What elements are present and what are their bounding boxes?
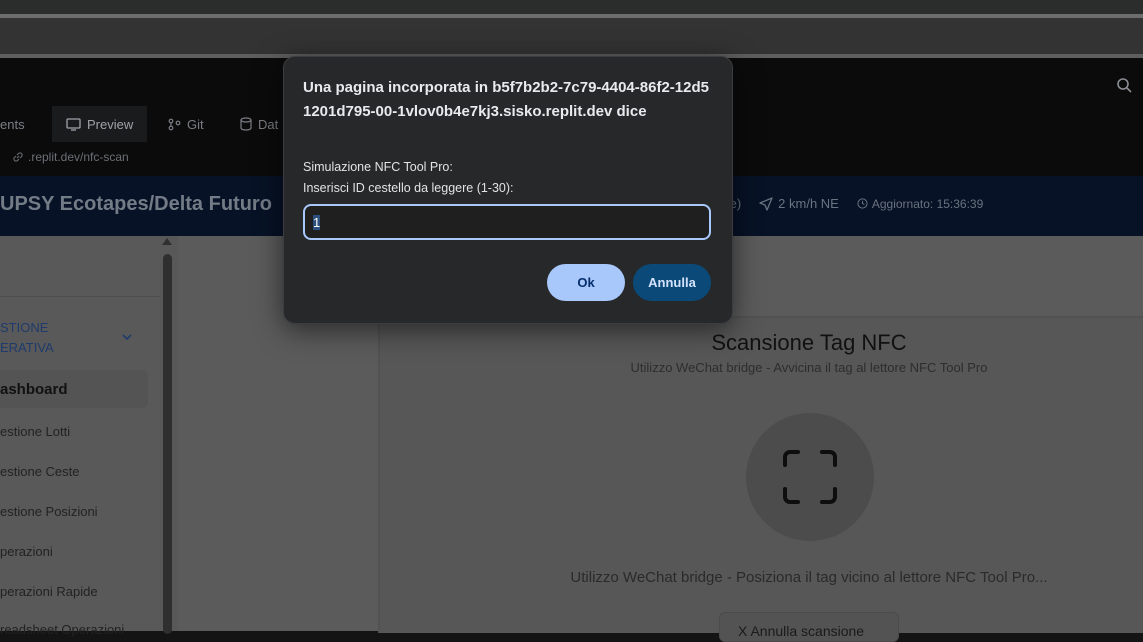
cancel-scan-button[interactable]: X Annulla scansione <box>719 612 899 642</box>
sidebar-group-gestione-operativa[interactable]: STIONE ERATIVA <box>0 318 110 358</box>
tab-label: ents <box>0 116 25 132</box>
basket-id-input[interactable]: 1 <box>303 204 711 240</box>
dialog-message-line2: Inserisci ID cestello da leggere (1-30): <box>303 181 514 195</box>
dialog-title: Una pagina incorporata in b5f7b2b2-7c79-… <box>303 79 709 120</box>
ok-button[interactable]: Ok <box>547 264 625 301</box>
tab-label: Dat <box>258 116 279 132</box>
basket-id-input-value: 1 <box>313 214 321 230</box>
scan-frame-icon <box>783 450 837 504</box>
git-branch-icon <box>168 118 181 130</box>
sidebar-item-gestione-lotti[interactable]: estione Lotti <box>0 424 70 439</box>
tab-git[interactable]: Git <box>168 106 204 142</box>
sidebar-item-operazioni-rapide[interactable]: perazioni Rapide <box>0 584 98 599</box>
weather-bar: te) 2 km/h NE Aggiornato: 15:36:39 <box>726 196 983 211</box>
sidebar-item-gestione-ceste[interactable]: estione Ceste <box>0 464 80 479</box>
wind-text: 2 km/h NE <box>778 196 839 211</box>
cancel-button[interactable]: Annulla <box>633 264 711 301</box>
sidebar-group-label-line2: ERATIVA <box>0 340 54 355</box>
wind-indicator: 2 km/h NE <box>759 196 839 211</box>
navigation-arrow-icon <box>759 196 773 211</box>
search-icon[interactable] <box>1116 77 1132 93</box>
sidebar-item-operazioni[interactable]: perazioni <box>0 544 53 559</box>
tab-label: Git <box>187 116 204 132</box>
database-icon <box>240 117 252 131</box>
chevron-down-icon[interactable] <box>120 330 134 344</box>
last-updated: Aggiornato: 15:36:39 <box>857 197 983 211</box>
monitor-icon <box>66 117 81 131</box>
sidebar-item-spreadsheet-operazioni[interactable]: readsheet Operazioni <box>0 622 124 637</box>
scan-hint: Utilizzo WeChat bridge - Posiziona il ta… <box>570 569 1048 586</box>
sidebar-item-gestione-posizioni[interactable]: estione Posizioni <box>0 504 98 519</box>
tab-label: Preview <box>87 116 134 132</box>
tab-agents[interactable]: ents <box>0 106 52 142</box>
tab-database[interactable]: Dat <box>240 106 278 142</box>
page-subtitle: Utilizzo WeChat bridge - Avvicina il tag… <box>630 360 988 375</box>
page-title: Scansione Tag NFC <box>711 330 907 355</box>
sidebar-group-label-line1: STIONE <box>0 320 49 335</box>
sidebar-scroll-thumb[interactable] <box>163 254 172 634</box>
browser-top-bar <box>0 0 1143 14</box>
preview-url-text: .replit.dev/nfc-scan <box>28 150 129 164</box>
dialog-message-line1: Simulazione NFC Tool Pro: <box>303 160 453 174</box>
browser-address-area <box>0 18 1143 54</box>
clock-icon <box>857 198 868 209</box>
last-updated-text: Aggiornato: 15:36:39 <box>871 196 984 211</box>
tab-preview[interactable]: Preview <box>52 106 148 142</box>
sidebar-item-dashboard[interactable]: ashboard <box>0 381 68 398</box>
link-icon <box>13 152 23 162</box>
app-title: UPSY Ecotapes/Delta Futuro <box>0 193 272 215</box>
dialog-message: Simulazione NFC Tool Pro: Inserisci ID c… <box>303 157 713 199</box>
preview-url[interactable]: .replit.dev/nfc-scan <box>12 150 129 164</box>
sidebar-divider <box>0 296 160 297</box>
scroll-up-arrow-icon[interactable] <box>162 238 172 245</box>
